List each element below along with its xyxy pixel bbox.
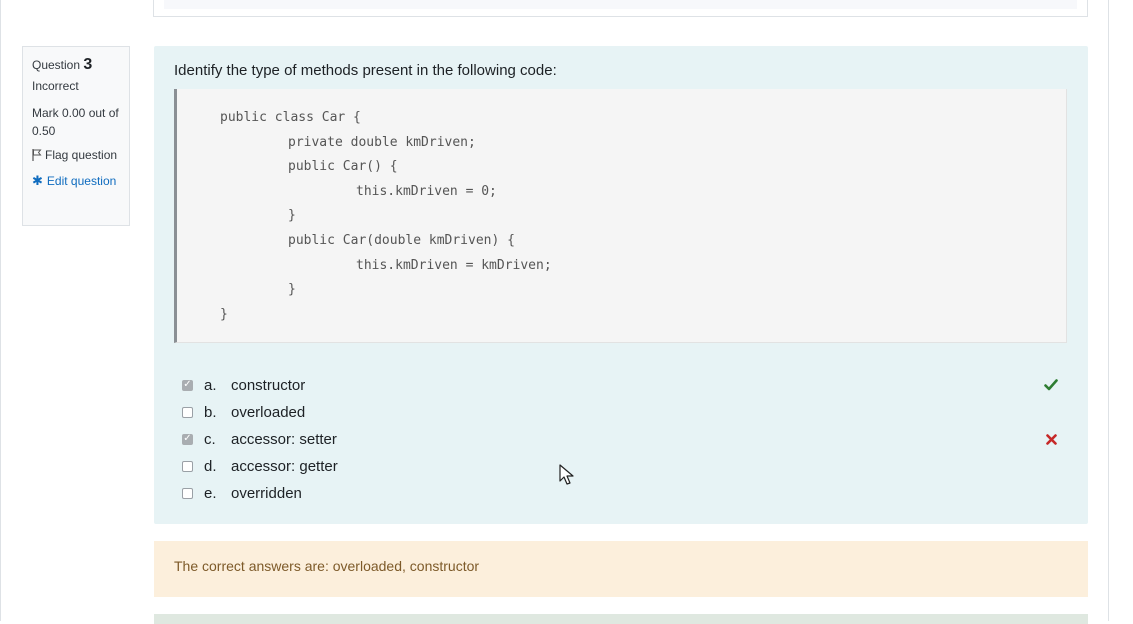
answer-option-c[interactable]: ✓ c. accessor: setter — [182, 430, 1062, 448]
flag-question-label: Flag question — [45, 148, 118, 162]
answer-option-e[interactable]: e. overridden — [182, 484, 1062, 502]
page-left-border — [0, 0, 1, 621]
question-state: Incorrect — [32, 79, 79, 93]
edit-question-label: Edit question — [46, 174, 117, 188]
answer-letter: c. — [204, 430, 216, 448]
page-right-border — [1108, 0, 1109, 621]
code-line: } — [288, 282, 296, 297]
answer-label: accessor: getter — [231, 457, 338, 475]
code-line: } — [220, 307, 228, 322]
previous-question-card — [153, 0, 1088, 17]
code-line: private double kmDriven; — [288, 135, 476, 150]
incorrect-cross-icon — [1046, 434, 1057, 445]
answer-letter: d. — [204, 457, 217, 475]
question-formulation: Identify the type of methods present in … — [154, 46, 1088, 524]
answer-checkbox-e[interactable] — [182, 487, 193, 499]
code-line: this.kmDriven = kmDriven; — [356, 258, 552, 273]
question-info-panel: Question 3 Incorrect Mark 0.00 out of 0.… — [22, 46, 130, 226]
gear-icon: ✱ — [32, 173, 43, 188]
answer-label: accessor: setter — [231, 430, 337, 448]
answer-letter: e. — [204, 484, 217, 502]
flag-question-button[interactable]: Flag question — [32, 148, 129, 162]
code-line: } — [288, 208, 296, 223]
answer-option-a[interactable]: ✓ a. constructor — [182, 376, 1062, 394]
right-answer-text: The correct answers are: overloaded, con… — [174, 558, 480, 574]
right-answer-feedback: The correct answers are: overloaded, con… — [154, 541, 1088, 597]
answer-checkbox-b[interactable] — [182, 406, 193, 418]
correct-check-icon — [1044, 379, 1058, 391]
mouse-pointer-icon — [559, 464, 574, 485]
code-line: public class Car { — [220, 110, 361, 125]
answer-option-b[interactable]: b. overloaded — [182, 403, 1062, 421]
answer-letter: b. — [204, 403, 217, 421]
next-section-card — [154, 614, 1088, 624]
question-grade: Mark 0.00 out of 0.50 — [32, 106, 119, 138]
question-text: Identify the type of methods present in … — [174, 62, 557, 79]
answer-label: constructor — [231, 376, 306, 394]
question-label: Question — [32, 58, 81, 72]
answer-checkbox-a[interactable]: ✓ — [182, 379, 193, 391]
code-line: this.kmDriven = 0; — [356, 184, 497, 199]
code-line: public Car(double kmDriven) { — [288, 233, 515, 248]
answer-label: overloaded — [231, 403, 306, 421]
edit-question-link[interactable]: ✱ Edit question — [32, 171, 129, 191]
answer-option-d[interactable]: d. accessor: getter — [182, 457, 1062, 475]
code-block: public class Car { private double kmDriv… — [174, 89, 1067, 343]
question-number: Question 3 — [32, 56, 129, 74]
answer-checkbox-c[interactable]: ✓ — [182, 433, 193, 445]
answer-label: overridden — [231, 484, 302, 502]
answer-checkbox-d[interactable] — [182, 460, 193, 472]
answer-letter: a. — [204, 376, 217, 394]
question-number-value: 3 — [83, 56, 93, 73]
code-line: public Car() { — [288, 159, 398, 174]
flag-icon — [32, 149, 42, 161]
